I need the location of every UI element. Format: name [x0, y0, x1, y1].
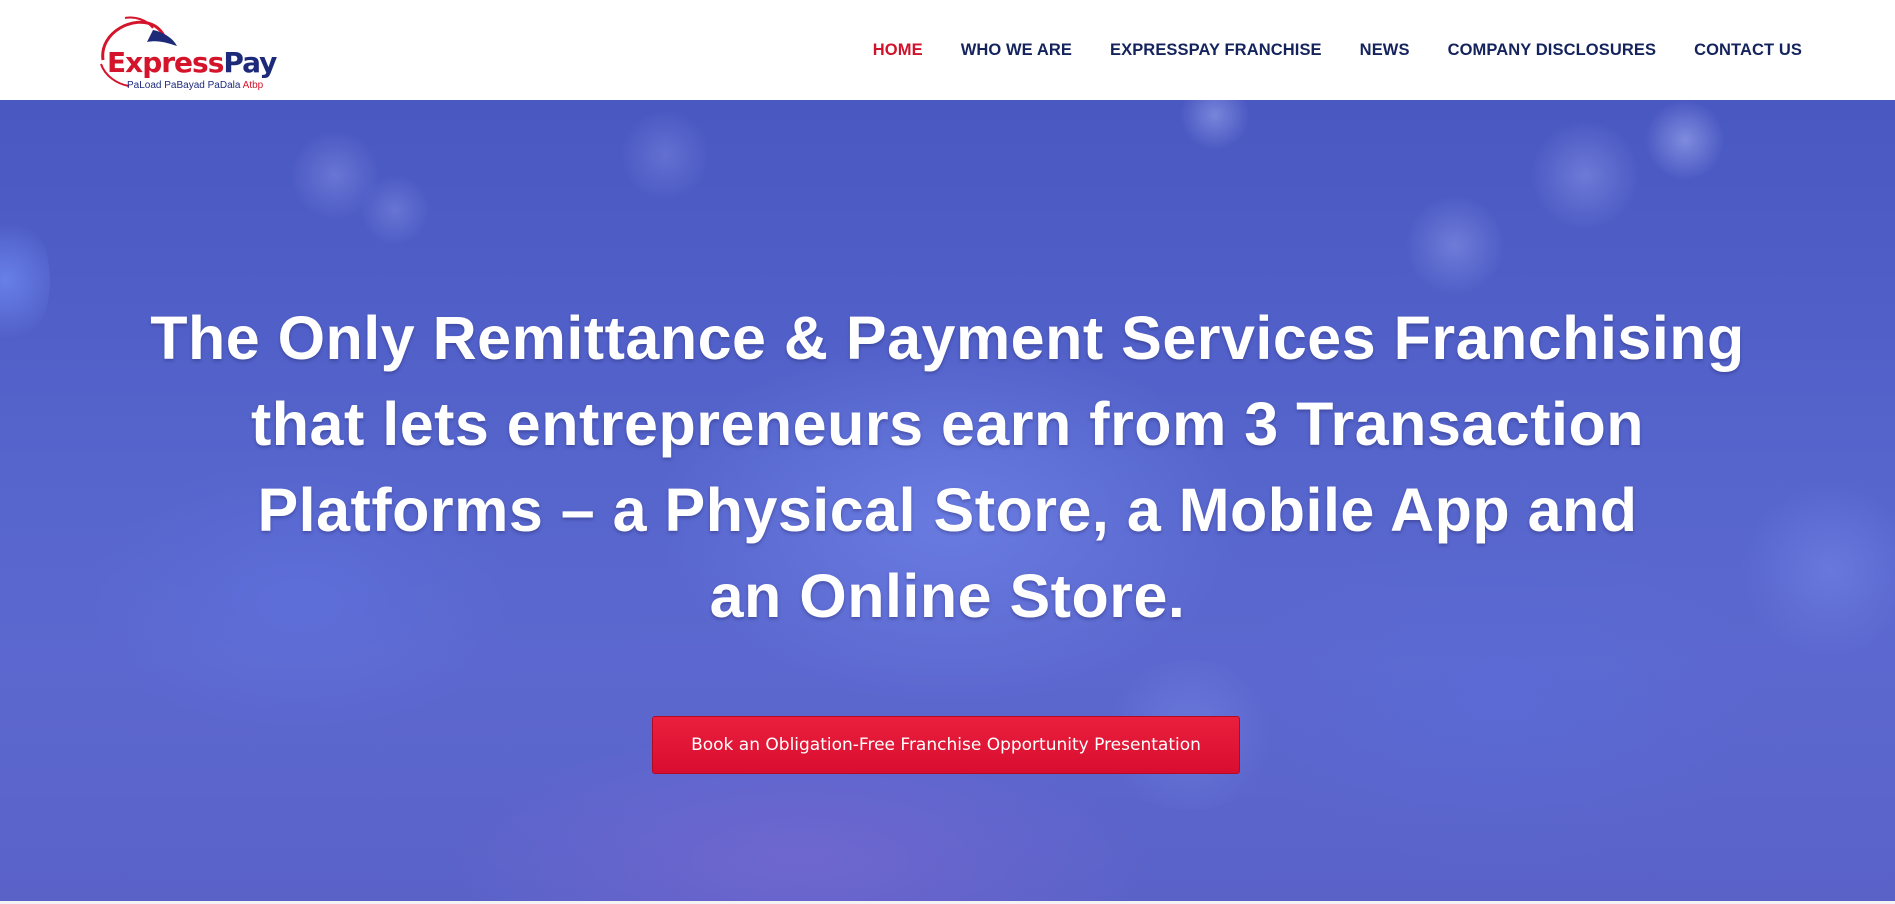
nav-item-home[interactable]: HOME [873, 41, 923, 60]
nav-item-expresspay-franchise[interactable]: EXPRESSPAY FRANCHISE [1110, 41, 1322, 60]
nav-item-company-disclosures[interactable]: COMPANY DISCLOSURES [1448, 41, 1656, 60]
bokeh-light [1180, 100, 1250, 150]
bokeh-light [1645, 100, 1725, 180]
nav-item-who-we-are[interactable]: WHO WE ARE [961, 41, 1072, 60]
bokeh-light [360, 175, 430, 245]
bokeh-light [1530, 120, 1640, 230]
nav-item-contact-us[interactable]: CONTACT US [1694, 41, 1802, 60]
hero-headline: The Only Remittance & Payment Services F… [80, 295, 1815, 639]
bokeh-light [0, 210, 50, 350]
bokeh-light [620, 110, 710, 200]
expresspay-logo[interactable]: ExpressPay PaLoad PaBayad PaDala Atbp [95, 12, 285, 92]
site-header: ExpressPay PaLoad PaBayad PaDala Atbp HO… [0, 0, 1895, 100]
bokeh-light [290, 130, 380, 220]
logo-tagline: PaLoad PaBayad PaDala Atbp [127, 80, 264, 91]
headline-line: an Online Store. [709, 562, 1186, 630]
hero-banner: The Only Remittance & Payment Services F… [0, 100, 1895, 904]
headline-line: The Only Remittance & Payment Services F… [150, 304, 1745, 372]
nav-item-news[interactable]: NEWS [1360, 41, 1410, 60]
main-navigation: HOME WHO WE ARE EXPRESSPAY FRANCHISE NEW… [835, 0, 1802, 100]
headline-line: Platforms – a Physical Store, a Mobile A… [257, 476, 1638, 544]
headline-line: that lets entrepreneurs earn from 3 Tran… [250, 390, 1645, 458]
logo-wordmark: ExpressPay [107, 46, 277, 79]
book-presentation-button[interactable]: Book an Obligation-Free Franchise Opport… [652, 716, 1240, 774]
bokeh-light [1405, 195, 1505, 295]
